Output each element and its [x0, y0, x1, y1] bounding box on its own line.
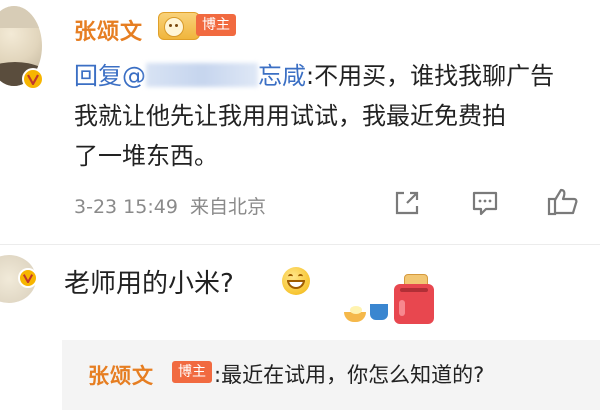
- comment-body: 老师用的小米?: [64, 269, 234, 299]
- level-smile-icon: [158, 12, 200, 40]
- comment-line-1: 回复@ 忘咸:不用买，谁找我聊广告: [74, 56, 600, 96]
- verified-v-icon: [18, 268, 38, 288]
- comment-icon[interactable]: [470, 188, 500, 218]
- mention-blurred-name: [146, 63, 258, 87]
- comment-author-name[interactable]: 张颂文: [74, 14, 143, 46]
- comment-timestamp: 3-23 15:49: [74, 196, 178, 218]
- comment-meta: 3-23 15:49 来自北京: [74, 192, 266, 219]
- comment-text-after-mention: :不用买，谁找我聊广告: [306, 62, 555, 90]
- comment-body: 回复@ 忘咸:不用买，谁找我聊广告 我就让他先让我用用试试，我最近免费拍 了一堆东…: [74, 56, 600, 176]
- comment-line-2: 我就让他先让我用用试试，我最近免费拍: [74, 102, 506, 130]
- blogger-badge: 博主: [196, 14, 236, 36]
- comment-line-3: 了一堆东西。: [74, 142, 218, 170]
- mention-suffix[interactable]: 忘咸: [258, 62, 306, 90]
- comment-location: 来自北京: [189, 196, 266, 218]
- mention-prefix[interactable]: 回复@: [74, 62, 146, 90]
- divider: [0, 244, 600, 245]
- reply-author-name[interactable]: 张颂文: [88, 360, 154, 390]
- reply-text: :最近在试用，你怎么知道的?: [214, 363, 485, 387]
- verified-v-icon: [22, 68, 44, 90]
- blogger-badge: 博主: [172, 361, 212, 383]
- like-icon[interactable]: [546, 186, 578, 216]
- breakfast-sticker: [340, 258, 436, 330]
- share-icon[interactable]: [392, 188, 422, 218]
- grinning-face-emoji: [282, 267, 310, 295]
